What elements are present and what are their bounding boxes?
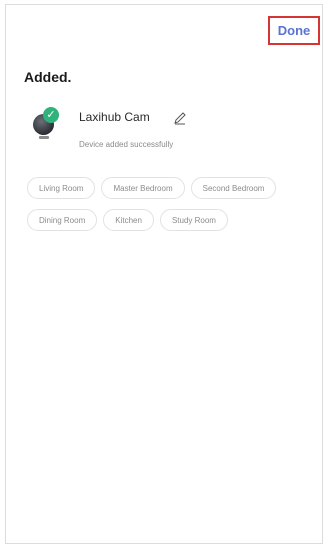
pencil-icon[interactable] [173,111,187,125]
check-icon: ✓ [43,107,59,123]
room-list: Living Room Master Bedroom Second Bedroo… [27,177,312,231]
room-chip-dining-room[interactable]: Dining Room [27,209,98,231]
page-title: Added. [24,69,72,85]
done-button[interactable]: Done [278,23,311,38]
device-status: Device added successfully [79,140,174,149]
room-chip-kitchen[interactable]: Kitchen [103,209,154,231]
camera-icon: ✓ [32,107,60,139]
done-button-highlight: Done [268,16,320,45]
app-screen: Done Added. ✓ Laxihub Cam Device added s… [5,4,323,544]
room-chip-master-bedroom[interactable]: Master Bedroom [101,177,185,199]
device-name: Laxihub Cam [79,110,150,124]
room-chip-living-room[interactable]: Living Room [27,177,96,199]
device-row: ✓ Laxihub Cam Device added successfully [32,102,312,149]
room-chip-study-room[interactable]: Study Room [159,209,228,231]
room-chip-second-bedroom[interactable]: Second Bedroom [190,177,277,199]
